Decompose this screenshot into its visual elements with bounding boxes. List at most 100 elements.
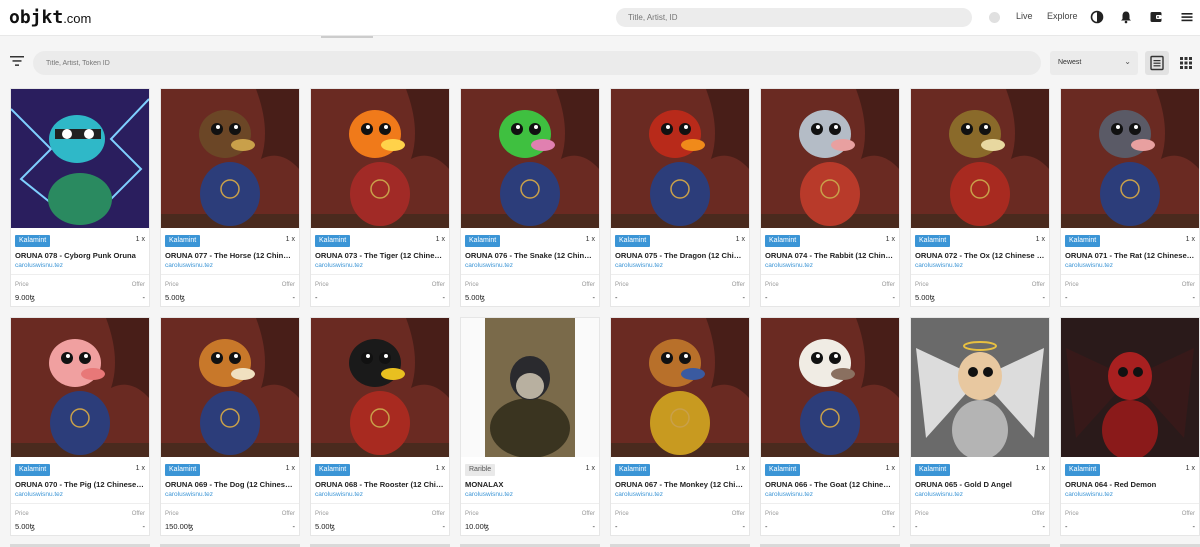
token-thumbnail[interactable] — [161, 89, 299, 228]
price-label: Price — [165, 511, 179, 517]
token-title[interactable]: ORUNA 076 - The Snake (12 Chinese Zodiac… — [465, 251, 595, 260]
platform-badge: Kalamint — [165, 235, 201, 247]
token-card[interactable]: Kalamint 1 x ORUNA 070 - The Pig (12 Chine… — [10, 317, 150, 536]
token-card[interactable]: Kalamint 1 x ORUNA 065 - Gold D Angel carol… — [910, 317, 1050, 536]
artist-link[interactable]: caroluswisnu.tez — [165, 262, 213, 269]
token-card[interactable]: Kalamint 1 x ORUNA 064 - Red Demon carolusw… — [1060, 317, 1200, 536]
token-card[interactable]: Kalamint 1 x ORUNA 077 - The Horse (12 Chi… — [160, 88, 300, 307]
token-card[interactable]: Kalamint 1 x ORUNA 078 - Cyborg Punk Oruna… — [10, 88, 150, 307]
edition-count: 1 x — [285, 465, 295, 472]
theme-toggle-icon[interactable] — [1090, 10, 1104, 24]
token-thumbnail[interactable] — [911, 318, 1049, 457]
edition-count: 1 x — [735, 236, 745, 243]
list-view-icon — [1150, 55, 1164, 71]
token-thumbnail[interactable] — [1061, 89, 1199, 228]
card-divider — [461, 503, 599, 504]
edition-count: 1 x — [1185, 236, 1195, 243]
artist-link[interactable]: caroluswisnu.tez — [615, 491, 663, 498]
card-divider — [1061, 274, 1199, 275]
token-card[interactable]: Kalamint 1 x ORUNA 071 - The Rat (12 Chine… — [1060, 88, 1200, 307]
artist-link[interactable]: caroluswisnu.tez — [465, 262, 513, 269]
platform-badge: Kalamint — [15, 464, 51, 476]
offer-label: Offer — [131, 282, 145, 288]
site-logo[interactable]: objkt.com — [9, 7, 91, 28]
token-card[interactable]: Kalamint 1 x ORUNA 075 - The Dragon (12 Ch… — [610, 88, 750, 307]
token-thumbnail[interactable] — [311, 89, 449, 228]
token-title[interactable]: ORUNA 067 - The Monkey (12 Chinese Zodia… — [615, 480, 745, 489]
token-card[interactable]: Kalamint 1 x ORUNA 069 - The Dog (12 Chine… — [160, 317, 300, 536]
token-thumbnail[interactable] — [911, 89, 1049, 228]
token-title[interactable]: ORUNA 075 - The Dragon (12 Chinese Zodia… — [615, 251, 745, 260]
token-thumbnail[interactable] — [11, 89, 149, 228]
grid-view-button[interactable] — [1174, 51, 1198, 75]
token-title[interactable]: ORUNA 070 - The Pig (12 Chinese Zodiac) — [15, 480, 145, 489]
artist-link[interactable]: caroluswisnu.tez — [1065, 262, 1113, 269]
token-card[interactable]: Kalamint 1 x ORUNA 074 - The Rabbit (12 Ch… — [760, 88, 900, 307]
artist-link[interactable]: caroluswisnu.tez — [165, 491, 213, 498]
token-card[interactable]: Kalamint 1 x ORUNA 072 - The Ox (12 Chines… — [910, 88, 1050, 307]
global-search-input[interactable] — [616, 8, 972, 27]
artist-link[interactable]: caroluswisnu.tez — [915, 262, 963, 269]
platform-badge: Kalamint — [915, 464, 951, 476]
token-title[interactable]: ORUNA 071 - The Rat (12 Chinese Zodiac) — [1065, 251, 1195, 260]
artist-link[interactable]: caroluswisnu.tez — [615, 262, 663, 269]
token-card[interactable]: Kalamint 1 x ORUNA 073 - The Tiger (12 Chi… — [310, 88, 450, 307]
token-thumbnail[interactable] — [311, 318, 449, 457]
bell-icon[interactable] — [1119, 10, 1133, 24]
offer-label: Offer — [1031, 282, 1045, 288]
token-title[interactable]: ORUNA 064 - Red Demon — [1065, 480, 1195, 489]
edition-count: 1 x — [1035, 465, 1045, 472]
token-thumbnail[interactable] — [461, 89, 599, 228]
token-card[interactable]: Rarible 1 x MONALAX caroluswisnu.tez Price Of… — [460, 317, 600, 536]
token-thumbnail[interactable] — [611, 89, 749, 228]
artist-link[interactable]: caroluswisnu.tez — [915, 491, 963, 498]
token-card[interactable]: Kalamint 1 x ORUNA 066 - The Goat (12 Chin… — [760, 317, 900, 536]
artist-link[interactable]: caroluswisnu.tez — [315, 262, 363, 269]
artwork-illustration — [1061, 318, 1199, 457]
artwork-illustration — [911, 318, 1049, 457]
token-title[interactable]: ORUNA 065 - Gold D Angel — [915, 480, 1045, 489]
token-title[interactable]: ORUNA 069 - The Dog (12 Chinese Zodiac) — [165, 480, 295, 489]
token-title[interactable]: ORUNA 072 - The Ox (12 Chinese Zodiac) — [915, 251, 1045, 260]
token-title[interactable]: MONALAX — [465, 480, 595, 489]
token-card[interactable]: Kalamint 1 x ORUNA 076 - The Snake (12 Chi… — [460, 88, 600, 307]
artist-link[interactable]: caroluswisnu.tez — [315, 491, 363, 498]
offer-value: - — [142, 522, 146, 531]
filter-icon[interactable] — [10, 55, 24, 67]
artwork-illustration — [461, 89, 599, 228]
token-thumbnail[interactable] — [761, 89, 899, 228]
token-thumbnail[interactable] — [161, 318, 299, 457]
sort-dropdown[interactable]: Newest ⌄ — [1050, 51, 1138, 75]
nav-live-link[interactable]: Live — [1016, 11, 1033, 21]
token-title[interactable]: ORUNA 077 - The Horse (12 Chinese Zodiac… — [165, 251, 295, 260]
card-divider — [11, 503, 149, 504]
artist-link[interactable]: caroluswisnu.tez — [465, 491, 513, 498]
platform-badge: Kalamint — [315, 235, 351, 247]
offer-value: - — [292, 522, 296, 531]
token-title[interactable]: ORUNA 078 - Cyborg Punk Oruna — [15, 251, 145, 260]
artist-link[interactable]: caroluswisnu.tez — [15, 262, 63, 269]
nav-explore-link[interactable]: Explore — [1047, 11, 1078, 21]
token-thumbnail[interactable] — [1061, 318, 1199, 457]
artist-link[interactable]: caroluswisnu.tez — [765, 491, 813, 498]
token-title[interactable]: ORUNA 066 - The Goat (12 Chinese Zodiac) — [765, 480, 895, 489]
token-card[interactable]: Kalamint 1 x ORUNA 068 - The Rooster (12 C… — [310, 317, 450, 536]
artist-link[interactable]: caroluswisnu.tez — [15, 491, 63, 498]
platform-badge: Rarible — [465, 464, 496, 476]
offer-value: - — [292, 293, 296, 302]
artist-link[interactable]: caroluswisnu.tez — [1065, 491, 1113, 498]
token-title[interactable]: ORUNA 074 - The Rabbit (12 Chinese Zodia… — [765, 251, 895, 260]
token-thumbnail[interactable] — [761, 318, 899, 457]
list-view-button[interactable] — [1145, 51, 1169, 75]
token-search-input[interactable] — [33, 51, 1041, 75]
token-card[interactable]: Kalamint 1 x ORUNA 067 - The Monkey (12 Ch… — [610, 317, 750, 536]
token-thumbnail[interactable] — [11, 318, 149, 457]
token-title[interactable]: ORUNA 073 - The Tiger (12 Chinese Zodiac… — [315, 251, 445, 260]
menu-icon[interactable] — [1180, 10, 1194, 24]
token-thumbnail[interactable] — [611, 318, 749, 457]
offer-value: - — [892, 293, 896, 302]
token-title[interactable]: ORUNA 068 - The Rooster (12 Chinese Zodi… — [315, 480, 445, 489]
wallet-icon[interactable] — [1149, 10, 1163, 24]
token-thumbnail[interactable] — [461, 318, 599, 457]
artist-link[interactable]: caroluswisnu.tez — [765, 262, 813, 269]
